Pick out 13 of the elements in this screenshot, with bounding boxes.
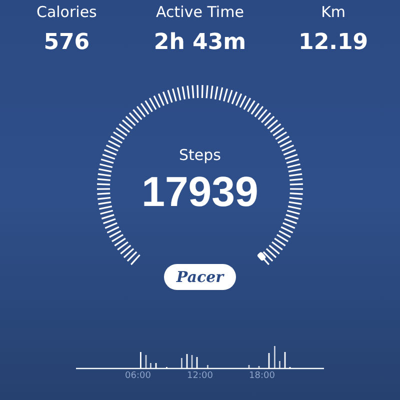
stat-value: 12.19 [298,29,368,57]
stat-label: Active Time [156,2,244,22]
steps-label: Steps [179,146,221,164]
stat-label: Km [321,2,346,22]
brand-logo: Pacer [164,264,236,290]
stat-label: Calories [36,2,97,22]
progress-marker-icon [256,251,266,262]
time-label: 18:00 [248,371,276,381]
time-label: 12:00 [186,371,214,381]
stat-value: 576 [44,29,90,57]
time-label: 06:00 [124,371,152,381]
steps-value: 17939 [142,168,258,216]
stat-value: 2h 43m [154,29,246,57]
